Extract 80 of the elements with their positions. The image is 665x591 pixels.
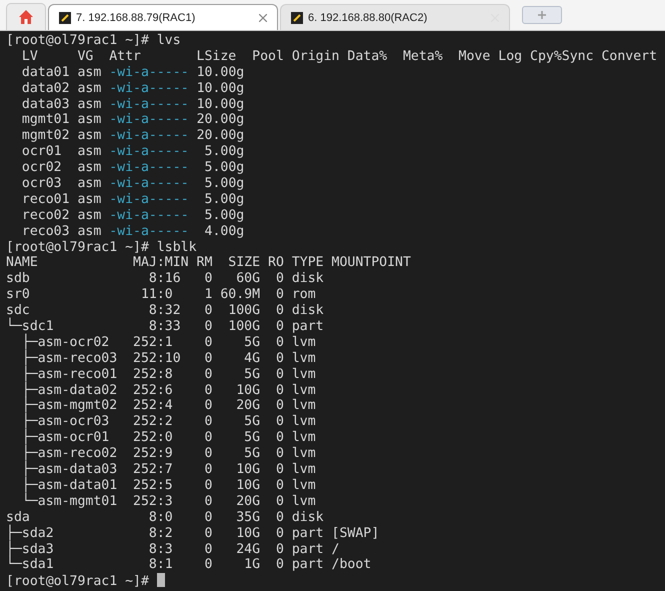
vg-name: asm: [77, 144, 102, 160]
vg-name: asm: [77, 96, 102, 112]
terminal-line: ├─sda2 8:2 0 10G 0 part [SWAP]: [6, 526, 380, 541]
terminal-line: [root@ol79rac1 ~]# lsblk: [6, 240, 198, 256]
vg-name: asm: [77, 64, 102, 80]
new-tab-button[interactable]: [522, 6, 562, 24]
lv-name: mgmt01: [22, 112, 70, 128]
terminal-line: LV VG Attr LSize Pool Origin Data% Meta% Move Log Cpy%Sync Convert: [20, 48, 658, 65]
lv-attr: -wi-a-----: [109, 80, 189, 96]
lv-name: reco02: [22, 208, 70, 224]
lv-size: 20.00g: [196, 112, 244, 128]
terminal-line: sda 8:0 0 35G 0 disk: [6, 510, 325, 525]
home-icon: [18, 9, 34, 25]
terminal-line: ├─asm-ocr02 252:1 0 5G 0 lvm: [20, 334, 317, 350]
terminal-line: └─asm-mgmt01 252:3 0 20G 0 lvm: [20, 494, 317, 510]
lv-name: reco03: [22, 224, 70, 240]
vg-name: asm: [77, 192, 102, 207]
home-tab[interactable]: [6, 3, 46, 30]
vg-name: asm: [77, 176, 102, 192]
lv-attr: -wi-a-----: [109, 96, 189, 112]
tab-label: 6. 192.168.88.80(RAC2): [308, 12, 428, 24]
lv-name: ocr03: [22, 176, 63, 192]
lv-attr: -wi-a-----: [109, 128, 189, 144]
terminal-line: sdc 8:32 0 100G 0 disk: [6, 303, 325, 318]
terminal-line: ├─asm-reco01 252:8 0 5G 0 lvm: [20, 366, 317, 382]
terminal-line: ├─asm-mgmt02 252:4 0 20G 0 lvm: [20, 398, 317, 414]
tab-label: 7. 192.168.88.79(RAC1): [76, 12, 196, 24]
session-tab[interactable]: 6. 192.168.88.80(RAC2): [280, 4, 510, 30]
lv-size: 20.00g: [196, 128, 244, 144]
vg-name: asm: [77, 224, 102, 239]
lv-size: 10.00g: [196, 80, 244, 97]
lv-name: ocr02: [22, 160, 63, 176]
vg-name: asm: [77, 208, 102, 223]
lv-name: mgmt02: [22, 128, 70, 144]
plus-icon: [538, 11, 546, 19]
session-tab[interactable]: 7. 192.168.88.79(RAC1): [48, 4, 278, 30]
lv-attr: -wi-a-----: [109, 224, 189, 239]
lv-size: 5.00g: [204, 144, 244, 160]
lv-name: ocr01: [22, 144, 63, 160]
lv-name: data01: [22, 64, 70, 81]
terminal-line: ├─asm-ocr03 252:2 0 5G 0 lvm: [20, 414, 317, 430]
lv-size: 4.00g: [204, 224, 244, 240]
terminal-line: NAME MAJ:MIN RM SIZE RO TYPE MOUNTPOINT: [6, 255, 412, 272]
terminal-line: ├─asm-reco02 252:9 0 5G 0 lvm: [20, 446, 317, 462]
lv-attr: -wi-a-----: [109, 208, 189, 223]
terminal-line: └─sda1 8:1 0 1G 0 part /boot: [6, 557, 372, 574]
lv-attr: -wi-a-----: [109, 176, 189, 192]
vg-name: asm: [77, 160, 102, 176]
vg-name: asm: [77, 128, 102, 144]
shell-prompt: [root@ol79rac1 ~]#: [6, 574, 150, 590]
lv-name: reco01: [22, 192, 70, 208]
lv-attr: -wi-a-----: [109, 192, 189, 207]
terminal-icon: [59, 12, 71, 24]
terminal-line: ├─asm-ocr01 252:0 0 5G 0 lvm: [20, 430, 317, 446]
lv-attr: -wi-a-----: [109, 144, 189, 160]
lv-attr: -wi-a-----: [109, 160, 189, 176]
terminal-icon: [291, 12, 303, 24]
lv-size: 10.00g: [196, 64, 244, 81]
close-icon[interactable]: [259, 14, 267, 22]
lv-size: 10.00g: [196, 96, 244, 112]
terminal-line: [root@ol79rac1 ~]# lvs: [6, 33, 182, 49]
lv-size: 5.00g: [204, 176, 244, 192]
lv-size: 5.00g: [204, 208, 244, 224]
cursor: [156, 573, 165, 588]
lv-name: data02: [22, 80, 70, 97]
lv-size: 5.00g: [204, 192, 244, 208]
terminal-line: sr0 11:0 1 60.9M 0 rom: [6, 287, 317, 304]
terminal-line: ├─asm-data01 252:5 0 10G 0 lvm: [20, 478, 317, 493]
lv-attr: -wi-a-----: [109, 112, 189, 128]
terminal-line: sdb 8:16 0 60G 0 disk: [6, 271, 325, 288]
lv-name: data03: [22, 96, 70, 112]
terminal-line: ├─sda3 8:3 0 24G 0 part /: [6, 542, 340, 556]
terminal-line: ├─asm-data02 252:6 0 10G 0 lvm: [20, 382, 317, 398]
lv-attr: -wi-a-----: [109, 64, 189, 80]
vg-name: asm: [77, 80, 102, 96]
terminal-line: ├─asm-reco03 252:10 0 4G 0 lvm: [20, 350, 317, 366]
lv-size: 5.00g: [204, 160, 244, 176]
terminal-line: └─sdc1 8:33 0 100G 0 part: [6, 319, 325, 334]
vg-name: asm: [77, 112, 102, 128]
terminal-line: ├─asm-data03 252:7 0 10G 0 lvm: [20, 462, 317, 478]
